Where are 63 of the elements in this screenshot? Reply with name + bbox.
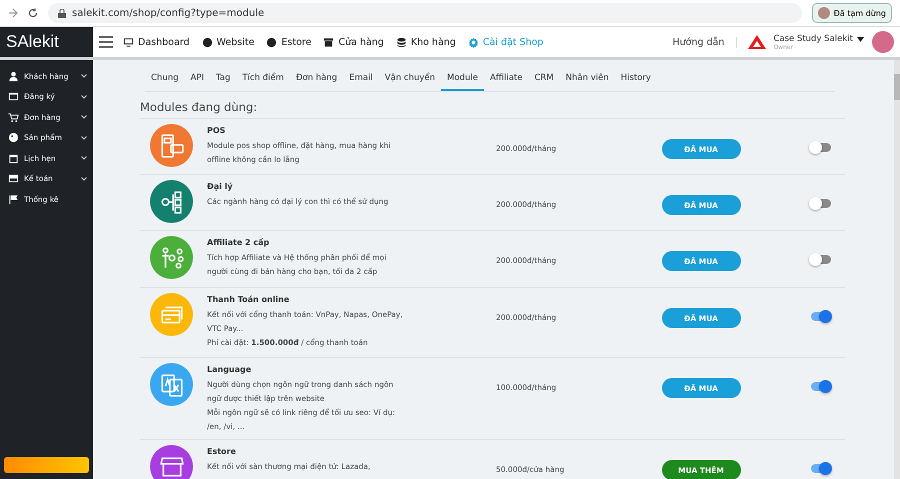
card-terminal-icon [158, 132, 184, 158]
caret-icon[interactable] [857, 36, 864, 42]
settings-tab[interactable]: Vận chuyển [378, 66, 442, 91]
settings-tab[interactable]: History [614, 66, 657, 91]
avatar-icon [818, 7, 830, 19]
settings-tab[interactable]: Affiliate [484, 66, 528, 91]
gear-network-icon [158, 188, 184, 214]
database-icon [396, 36, 407, 48]
wallet-icon [8, 173, 19, 184]
toggle-switch[interactable] [810, 382, 830, 391]
monitor-icon [123, 36, 134, 48]
settings-tab[interactable]: Tích điểm [236, 66, 290, 91]
menu-icon[interactable] [99, 36, 113, 48]
nav-link[interactable]: Cửa hàng [323, 36, 384, 48]
gear-icon [468, 36, 479, 48]
chevron-icon [81, 74, 87, 78]
module-name: Đại lý [207, 182, 234, 191]
module-name: Language [207, 365, 252, 374]
nav-link[interactable]: Kho hàng [396, 36, 456, 48]
module-name: Estore [207, 447, 237, 456]
logo: SAlekit [0, 27, 93, 57]
cart-icon [8, 112, 19, 123]
chevron-icon [81, 156, 87, 160]
help-link[interactable]: Hướng dẫn [672, 36, 738, 48]
chevron-icon [81, 136, 87, 140]
settings-tab[interactable]: Nhân viên [560, 66, 615, 91]
lock-icon [58, 8, 66, 18]
section-title: Modules đang dùng: [140, 92, 845, 119]
chevron-icon [81, 176, 87, 181]
settings-tab[interactable]: Chung [145, 66, 184, 91]
settings-tab[interactable]: API [184, 66, 210, 91]
chevron-icon [81, 115, 87, 120]
toggle-switch[interactable] [810, 255, 830, 264]
toggle-switch[interactable] [810, 312, 830, 321]
account-name[interactable]: Case Study Salekit [773, 34, 853, 44]
toggle-switch[interactable] [810, 464, 830, 473]
company-logo-icon [747, 34, 768, 50]
reload-icon[interactable] [28, 8, 38, 18]
settings-tab[interactable]: Tag [210, 66, 236, 91]
module-name: Thanh Toán online [207, 295, 290, 304]
nav-link[interactable]: Dashboard [123, 36, 190, 48]
nav-link[interactable]: Website [202, 36, 254, 48]
translate-icon [158, 372, 184, 398]
settings-tab[interactable]: Email [343, 66, 379, 91]
flag-icon [8, 194, 19, 205]
chevron-icon [81, 94, 87, 99]
user-icon [8, 70, 19, 82]
forward-arrow-icon[interactable] [8, 8, 18, 18]
toggle-switch[interactable] [810, 199, 830, 208]
id-card-icon [8, 91, 19, 102]
module-name: POS [207, 126, 226, 135]
calendar-icon [8, 152, 19, 164]
toggle-switch[interactable] [810, 143, 830, 152]
store-icon [323, 36, 334, 48]
settings-tab[interactable]: Module [441, 66, 484, 91]
settings-tab[interactable]: CRM [528, 66, 560, 91]
settings-tab[interactable]: Đơn hàng [290, 66, 344, 91]
url-text: salekit.com/shop/config?type=module [72, 8, 264, 18]
avatar-icon[interactable] [872, 31, 894, 53]
profile-button[interactable]: Đã tạm dừng [812, 3, 892, 23]
module-name: Affiliate 2 cấp [207, 238, 270, 247]
address-bar[interactable]: salekit.com/shop/config?type=module [48, 3, 802, 23]
nav-link[interactable]: Estore [266, 36, 312, 48]
